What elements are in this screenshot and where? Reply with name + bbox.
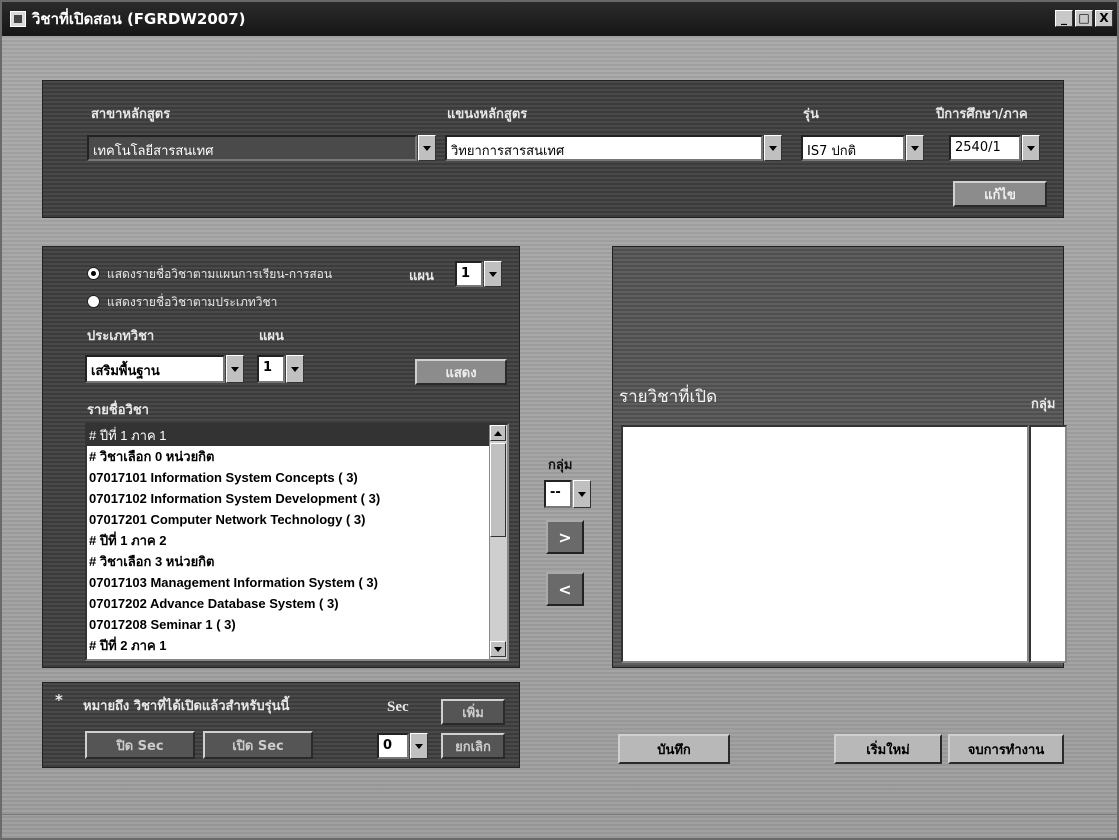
list-item[interactable]: # ปีที่ 1 ภาค 2 <box>87 530 507 551</box>
section-panel: * หมายถึง วิชาที่ได้เปิดแล้วสำหรับรุ่นนี… <box>42 682 520 768</box>
exit-button[interactable]: จบการทำงาน <box>948 734 1064 764</box>
sec-label: Sec <box>387 699 409 715</box>
plan2-label: แผน <box>259 329 284 344</box>
sec-select[interactable]: 0 <box>377 733 409 759</box>
add-section-button[interactable]: เพิ่ม <box>441 699 505 725</box>
plan-dropdown-icon[interactable] <box>764 135 782 161</box>
list-item[interactable]: 07017101 Information System Concepts ( 3… <box>87 467 507 488</box>
generation-label: รุ่น <box>803 107 819 122</box>
opened-group-label: กลุ่ม <box>1031 397 1056 412</box>
window-title: วิชาที่เปิดสอน (FGRDW2007) <box>32 10 246 28</box>
minimize-button[interactable]: _ <box>1055 10 1073 27</box>
radio-by-type[interactable] <box>87 295 100 308</box>
radio-by-plan[interactable] <box>87 267 100 280</box>
course-list-scrollbar[interactable] <box>489 425 507 659</box>
generation-dropdown-icon[interactable] <box>906 135 924 161</box>
close-section-button[interactable]: ปิด Sec <box>85 731 195 759</box>
list-item[interactable]: # ปีที่ 1 ภาค 1 <box>87 425 507 446</box>
radio-by-type-label: แสดงรายชื่อวิชาตามประเภทวิชา <box>107 295 278 309</box>
plan-small-dropdown-icon[interactable] <box>484 261 502 287</box>
list-item[interactable]: 07017102 Information System Development … <box>87 488 507 509</box>
refresh-button[interactable]: แก้ไข <box>953 181 1047 207</box>
maximize-button[interactable]: □ <box>1075 10 1093 27</box>
plan2-select[interactable]: 1 <box>257 355 285 383</box>
scroll-up-icon[interactable] <box>490 425 506 441</box>
radio-by-plan-label: แสดงรายชื่อวิชาตามแผนการเรียน-การสอน <box>107 267 333 281</box>
status-bar <box>2 814 1117 838</box>
plan-small-label: แผน <box>409 269 434 284</box>
list-item[interactable]: # วิชาเลือก 0 หน่วยกิต <box>87 446 507 467</box>
plan-select[interactable]: วิทยาการสารสนเทศ <box>445 135 763 161</box>
list-item[interactable]: # วิชาเลือก 3 หน่วยกิต <box>87 551 507 572</box>
curriculum-select[interactable]: เทคโนโลยีสารสนเทศ <box>87 135 417 161</box>
opened-courses-label: รายวิชาที่เปิด <box>619 387 718 407</box>
legend-note: หมายถึง วิชาที่ได้เปิดแล้วสำหรับรุ่นนี้ <box>83 699 290 714</box>
group-select[interactable]: -- <box>544 480 572 508</box>
plan-label: แขนงหลักสูตร <box>447 107 528 122</box>
curriculum-panel: สาขาหลักสูตร เทคโนโลยีสารสนเทศ แขนงหลักส… <box>42 80 1064 218</box>
save-button[interactable]: บันทึก <box>618 734 730 764</box>
restart-button[interactable]: เริ่มใหม่ <box>834 734 942 764</box>
list-item[interactable]: 07017201 Computer Network Technology ( 3… <box>87 509 507 530</box>
plan-small-select[interactable]: 1 <box>455 261 483 287</box>
opened-group-listbox[interactable] <box>1029 425 1067 663</box>
show-button[interactable]: แสดง <box>415 359 507 385</box>
type-dropdown-icon[interactable] <box>226 355 244 383</box>
course-list-label: รายชื่อวิชา <box>87 403 149 418</box>
type-select[interactable]: เสริมพื้นฐาน <box>85 355 225 383</box>
opened-courses-listbox[interactable] <box>621 425 1029 663</box>
course-listbox[interactable]: # ปีที่ 1 ภาค 1 # วิชาเลือก 0 หน่วยกิต 0… <box>85 423 509 661</box>
list-item[interactable]: 07017202 Advance Database System ( 3) <box>87 593 507 614</box>
app-icon <box>10 11 26 27</box>
add-course-button[interactable]: > <box>546 520 584 554</box>
year-term-dropdown-icon[interactable] <box>1022 135 1040 161</box>
generation-select[interactable]: IS7 ปกติ <box>801 135 905 161</box>
scroll-thumb[interactable] <box>490 443 506 537</box>
year-term-label: ปีการศึกษา/ภาค <box>936 107 1028 122</box>
legend-asterisk: * <box>55 691 63 709</box>
list-item[interactable]: 07017103 Management Information System (… <box>87 572 507 593</box>
group-label: กลุ่ม <box>548 458 573 473</box>
curriculum-label: สาขาหลักสูตร <box>91 107 171 122</box>
opened-courses-panel: รายวิชาที่เปิด กลุ่ม <box>612 246 1067 668</box>
list-item[interactable]: 07017208 Seminar 1 ( 3) <box>87 614 507 635</box>
open-section-button[interactable]: เปิด Sec <box>203 731 313 759</box>
title-bar: วิชาที่เปิดสอน (FGRDW2007) _ □ X <box>2 2 1117 36</box>
remove-course-button[interactable]: < <box>546 572 584 606</box>
group-dropdown-icon[interactable] <box>573 480 591 508</box>
window-controls: _ □ X <box>1055 10 1113 27</box>
list-item[interactable]: # ปีที่ 2 ภาค 1 <box>87 635 507 656</box>
curriculum-dropdown-icon[interactable] <box>418 135 436 161</box>
plan2-dropdown-icon[interactable] <box>286 355 304 383</box>
main-window: วิชาที่เปิดสอน (FGRDW2007) _ □ X สาขาหลั… <box>0 0 1119 840</box>
type-label: ประเภทวิชา <box>87 329 155 344</box>
close-button[interactable]: X <box>1095 10 1113 27</box>
sec-dropdown-icon[interactable] <box>410 733 428 759</box>
cancel-section-button[interactable]: ยกเลิก <box>441 733 505 759</box>
course-list-panel: แสดงรายชื่อวิชาตามแผนการเรียน-การสอน แผน… <box>42 246 520 668</box>
year-term-select[interactable]: 2540/1 <box>949 135 1021 161</box>
scroll-down-icon[interactable] <box>490 641 506 657</box>
